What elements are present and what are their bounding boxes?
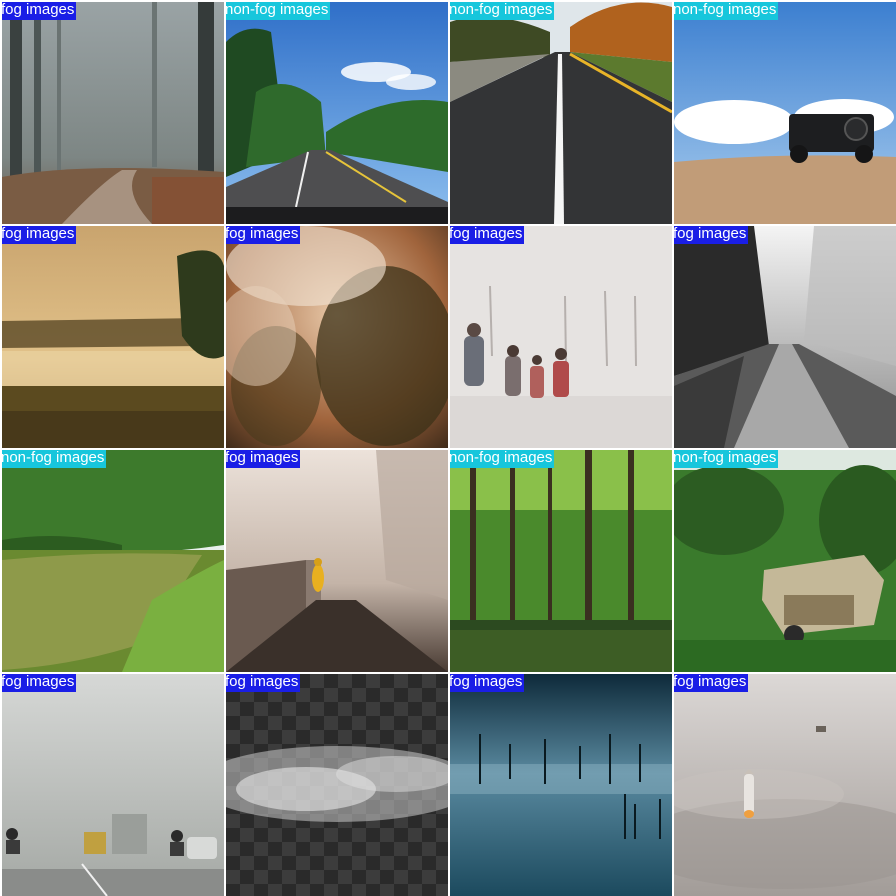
misty-field-photo xyxy=(2,226,224,448)
image-tile[interactable]: non-fog images xyxy=(450,2,672,224)
image-tile[interactable]: fog images xyxy=(2,2,224,224)
tile-class-label: fog images xyxy=(674,226,749,244)
foggy-forest-aerial-photo xyxy=(226,226,448,448)
green-river-photo xyxy=(2,450,224,672)
smog-traffic-photo xyxy=(2,674,224,896)
image-tile[interactable]: fog images xyxy=(2,674,224,896)
rocket-launch-photo xyxy=(674,674,896,896)
tile-class-label: non-fog images xyxy=(674,450,779,468)
tile-class-label: fog images xyxy=(2,226,77,244)
misty-lake-photo xyxy=(450,674,672,896)
flooded-forest-photo xyxy=(450,450,672,672)
image-tile[interactable]: fog images xyxy=(450,226,672,448)
image-tile[interactable]: fog images xyxy=(226,450,448,672)
tile-class-label: fog images xyxy=(226,450,301,468)
jeep-hill-photo xyxy=(674,2,896,224)
tile-class-label: fog images xyxy=(2,674,77,692)
image-grid: fog images non-fog images non-fog images… xyxy=(0,0,896,896)
tile-class-label: non-fog images xyxy=(450,2,555,20)
fog-overlay-photo xyxy=(226,674,448,896)
tile-class-label: non-fog images xyxy=(450,450,555,468)
tile-class-label: non-fog images xyxy=(2,450,107,468)
image-tile[interactable]: non-fog images xyxy=(674,450,896,672)
image-tile[interactable]: non-fog images xyxy=(2,450,224,672)
tile-class-label: fog images xyxy=(2,2,77,20)
foggy-street-photo xyxy=(226,450,448,672)
image-tile[interactable]: fog images xyxy=(2,226,224,448)
image-tile[interactable]: non-fog images xyxy=(226,2,448,224)
image-tile[interactable]: fog images xyxy=(674,674,896,896)
abandoned-jeep-photo xyxy=(674,450,896,672)
image-tile[interactable]: fog images xyxy=(226,226,448,448)
foggy-dirt-road-photo xyxy=(674,226,896,448)
tile-class-label: non-fog images xyxy=(674,2,779,20)
image-tile[interactable]: fog images xyxy=(674,226,896,448)
tile-class-label: fog images xyxy=(450,226,525,244)
people-in-fog-photo xyxy=(450,226,672,448)
image-tile[interactable]: non-fog images xyxy=(674,2,896,224)
misty-forest-photo xyxy=(2,2,224,224)
image-tile[interactable]: fog images xyxy=(226,674,448,896)
tropical-road-photo xyxy=(226,2,448,224)
tile-class-label: fog images xyxy=(674,674,749,692)
tile-class-label: non-fog images xyxy=(226,2,331,20)
tile-class-label: fog images xyxy=(450,674,525,692)
image-tile[interactable]: non-fog images xyxy=(450,450,672,672)
tile-class-label: fog images xyxy=(226,674,301,692)
image-tile[interactable]: fog images xyxy=(450,674,672,896)
tile-class-label: fog images xyxy=(226,226,301,244)
highway-photo xyxy=(450,2,672,224)
